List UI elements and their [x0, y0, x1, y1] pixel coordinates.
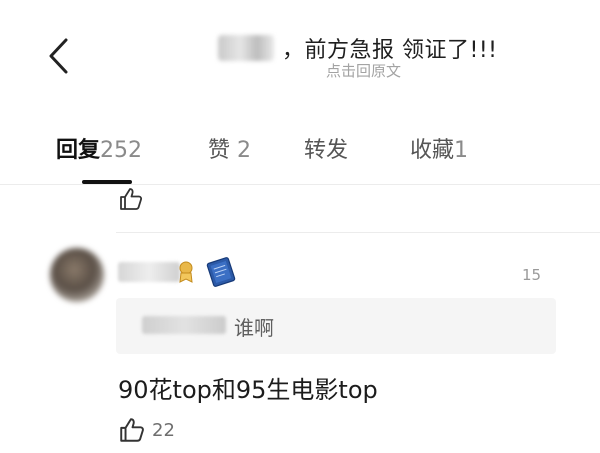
tab-likes[interactable]: 赞 2	[208, 132, 251, 164]
comment-divider	[116, 232, 600, 233]
tab-favorites[interactable]: 收藏1	[410, 132, 468, 164]
comment-like-button[interactable]: 22	[118, 416, 175, 444]
tab-bar: 回复252 赞 2 转发 收藏1	[0, 132, 600, 168]
blurred-quoted-user	[142, 316, 226, 334]
blurred-username[interactable]	[118, 262, 180, 282]
tab-replies[interactable]: 回复252	[56, 132, 142, 164]
gold-medal-icon	[179, 261, 193, 283]
tab-reposts[interactable]: 转发	[304, 132, 348, 164]
thumbs-up-icon[interactable]	[118, 416, 146, 444]
quoted-reply-text: 谁啊	[234, 316, 274, 340]
comment-time: 15	[522, 266, 542, 284]
like-count: 22	[152, 419, 175, 441]
blurred-author-name	[218, 35, 274, 61]
book-badge-icon	[206, 257, 236, 287]
thumbs-up-icon[interactable]	[118, 186, 144, 212]
view-original-link[interactable]: 点击回原文	[326, 60, 401, 81]
avatar[interactable]	[50, 248, 104, 302]
comment-text: 90花top和95生电影top	[118, 376, 378, 404]
chevron-left-icon[interactable]	[46, 36, 72, 76]
tab-divider	[0, 184, 600, 185]
